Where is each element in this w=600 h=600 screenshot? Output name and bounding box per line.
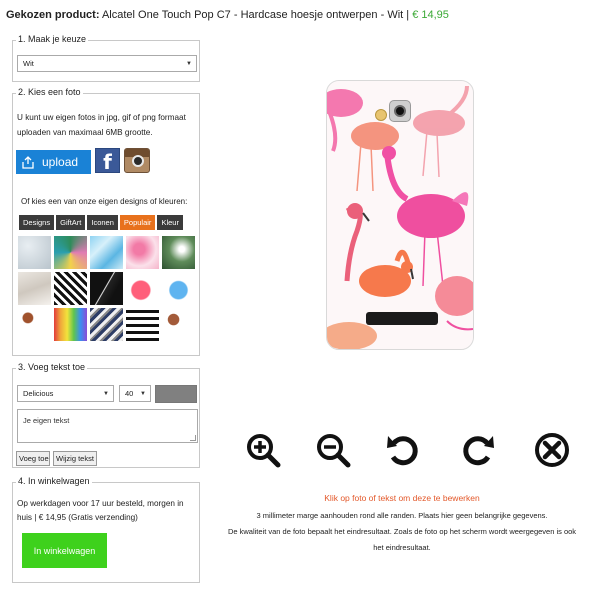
design-thumbnail[interactable] xyxy=(18,308,51,341)
rotate-right-icon[interactable] xyxy=(460,432,496,468)
step-choose-legend: 1. Maak je keuze xyxy=(16,34,89,44)
color-select[interactable]: Wit ▼ xyxy=(17,55,197,72)
resize-handle-icon[interactable] xyxy=(190,435,196,441)
edit-text-button[interactable]: Wijzig tekst xyxy=(53,451,97,466)
phone-case-preview[interactable] xyxy=(326,80,474,350)
delivery-info: Op werkdagen voor 17 uur besteld, morgen… xyxy=(17,499,184,522)
quality-note: De kwaliteit van de foto bepaalt het ein… xyxy=(227,527,577,536)
flash-icon xyxy=(375,109,387,121)
select-arrow-icon: ▼ xyxy=(186,60,192,67)
text-color-picker[interactable] xyxy=(155,385,197,403)
tab-iconen[interactable]: Iconen xyxy=(87,215,118,230)
select-arrow-icon: ▼ xyxy=(103,390,109,397)
designs-label: Of kies een van onze eigen designs of kl… xyxy=(21,197,188,206)
speaker-cutout xyxy=(366,312,438,325)
design-thumbnail[interactable] xyxy=(126,308,159,341)
facebook-icon[interactable]: f xyxy=(95,148,120,174)
color-select-value: Wit xyxy=(23,59,34,68)
upload-button-label: upload xyxy=(42,155,79,169)
instagram-icon[interactable] xyxy=(124,148,150,173)
design-thumbnail[interactable] xyxy=(54,308,87,341)
quality-note-cont: het eindresultaat. xyxy=(373,543,431,552)
design-thumbnail[interactable] xyxy=(126,272,159,305)
editor-toolbar xyxy=(245,432,575,468)
header-label: Gekozen product: xyxy=(6,9,100,21)
product-name: Alcatel One Touch Pop C7 - Hardcase hoes… xyxy=(101,9,404,21)
step-cart-legend: 4. In winkelwagen xyxy=(16,476,92,486)
tab-giftart[interactable]: GiftArt xyxy=(56,215,86,230)
upload-instructions: U kunt uw eigen fotos in jpg, gif of png… xyxy=(17,113,186,137)
design-thumbnail[interactable] xyxy=(18,236,51,269)
design-thumbnail[interactable] xyxy=(54,272,87,305)
design-grid xyxy=(18,236,196,341)
font-select-value: Delicious xyxy=(23,389,54,398)
design-thumbnail[interactable] xyxy=(162,236,195,269)
tab-designs[interactable]: Designs xyxy=(19,215,55,230)
font-size-select[interactable]: 40 ▼ xyxy=(119,385,151,402)
step-text-panel: 3. Voeg tekst toe Delicious ▼ 40 ▼ Je ei… xyxy=(12,362,200,468)
edit-instruction: Klik op foto of tekst om deze te bewerke… xyxy=(324,493,480,503)
step-text-legend: 3. Voeg tekst toe xyxy=(16,362,88,372)
custom-text-input[interactable]: Je eigen tekst xyxy=(17,409,198,443)
design-thumbnail[interactable] xyxy=(126,236,159,269)
font-select[interactable]: Delicious ▼ xyxy=(17,385,114,402)
custom-text-value: Je eigen tekst xyxy=(23,416,70,425)
tab-populair[interactable]: Populair xyxy=(119,215,156,230)
upload-icon xyxy=(22,155,34,169)
design-thumbnail[interactable] xyxy=(18,272,51,305)
delete-icon[interactable] xyxy=(534,432,570,468)
design-thumbnail[interactable] xyxy=(90,272,123,305)
step-photo-legend: 2. Kies een foto xyxy=(16,87,83,97)
add-to-cart-button[interactable]: In winkelwagen xyxy=(22,533,107,568)
header-separator: | xyxy=(406,9,410,21)
product-price: € 14,95 xyxy=(412,9,449,21)
product-header: Gekozen product: Alcatel One Touch Pop C… xyxy=(6,9,596,21)
select-arrow-icon: ▼ xyxy=(140,390,146,397)
upload-button[interactable]: upload xyxy=(16,150,91,174)
design-thumbnail[interactable] xyxy=(90,236,123,269)
add-text-button[interactable]: Voeg toe xyxy=(16,451,50,466)
rotate-left-icon[interactable] xyxy=(385,432,421,468)
camera-icon xyxy=(389,100,411,122)
design-tabs: Designs GiftArt Iconen Populair Kleur xyxy=(19,215,185,230)
design-thumbnail[interactable] xyxy=(162,272,195,305)
tab-kleur[interactable]: Kleur xyxy=(157,215,183,230)
font-size-value: 40 xyxy=(125,389,134,398)
design-thumbnail[interactable] xyxy=(162,308,195,341)
step-photo-panel: 2. Kies een foto U kunt uw eigen fotos i… xyxy=(12,87,200,356)
margin-note: 3 millimeter marge aanhouden rond alle r… xyxy=(256,511,548,520)
step-choose-panel: 1. Maak je keuze Wit ▼ xyxy=(12,34,200,82)
design-thumbnail[interactable] xyxy=(90,308,123,341)
zoom-out-icon[interactable] xyxy=(315,432,351,468)
design-thumbnail[interactable] xyxy=(54,236,87,269)
step-cart-panel: 4. In winkelwagen Op werkdagen voor 17 u… xyxy=(12,476,200,583)
zoom-in-icon[interactable] xyxy=(245,432,281,468)
